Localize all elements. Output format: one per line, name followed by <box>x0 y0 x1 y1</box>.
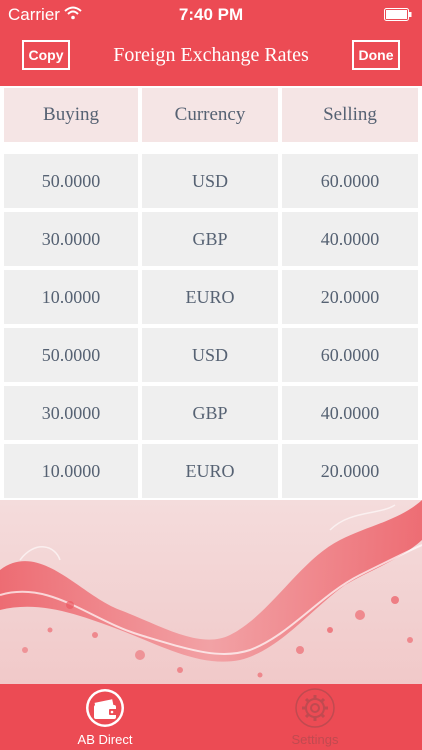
selling-cell: 60.0000 <box>282 328 418 382</box>
buying-cell: 30.0000 <box>4 212 138 266</box>
tab-label: Settings <box>291 732 339 747</box>
selling-cell: 20.0000 <box>282 444 418 498</box>
selling-cell: 40.0000 <box>282 386 418 440</box>
currency-cell: EURO <box>142 270 278 324</box>
selling-cell: 60.0000 <box>282 154 418 208</box>
selling-cell: 20.0000 <box>282 270 418 324</box>
selling-cell: 40.0000 <box>282 212 418 266</box>
water-splash-graphic <box>0 500 422 684</box>
currency-cell: USD <box>142 328 278 382</box>
tab-label: AB Direct <box>77 732 133 747</box>
buying-cell: 50.0000 <box>4 328 138 382</box>
column-header-selling: Selling <box>282 88 418 142</box>
done-button[interactable]: Done <box>352 40 400 70</box>
tab-ab-direct[interactable]: AB Direct <box>40 684 170 750</box>
status-bar: Carrier 7:40 PM <box>0 0 422 30</box>
currency-cell: EURO <box>142 444 278 498</box>
buying-cell: 50.0000 <box>4 154 138 208</box>
currency-cell: GBP <box>142 386 278 440</box>
tab-bar: AB Direct Settings <box>0 684 422 750</box>
wallet-icon <box>86 689 124 727</box>
column-header-buying: Buying <box>4 88 138 142</box>
app-header: Carrier 7:40 PM Copy Foreign Exchange Ra… <box>0 0 422 86</box>
table-row[interactable]: 50.0000 USD 60.0000 <box>0 326 422 384</box>
table-row[interactable]: 30.0000 GBP 40.0000 <box>0 210 422 268</box>
table-row[interactable]: 30.0000 GBP 40.0000 <box>0 384 422 442</box>
table-row[interactable]: 10.0000 EURO 20.0000 <box>0 442 422 500</box>
table-row[interactable]: 50.0000 USD 60.0000 <box>0 152 422 210</box>
table-header-row: Buying Currency Selling <box>0 86 422 144</box>
currency-cell: USD <box>142 154 278 208</box>
buying-cell: 10.0000 <box>4 444 138 498</box>
currency-cell: GBP <box>142 212 278 266</box>
gear-icon <box>295 688 335 728</box>
buying-cell: 30.0000 <box>4 386 138 440</box>
buying-cell: 10.0000 <box>4 270 138 324</box>
navigation-bar: Copy Foreign Exchange Rates Done <box>0 30 422 86</box>
tab-settings[interactable]: Settings <box>250 684 380 750</box>
column-header-currency: Currency <box>142 88 278 142</box>
battery-icon <box>384 8 412 21</box>
status-time: 7:40 PM <box>178 5 244 24</box>
water-splash-image <box>0 500 422 684</box>
table-row[interactable]: 10.0000 EURO 20.0000 <box>0 268 422 326</box>
